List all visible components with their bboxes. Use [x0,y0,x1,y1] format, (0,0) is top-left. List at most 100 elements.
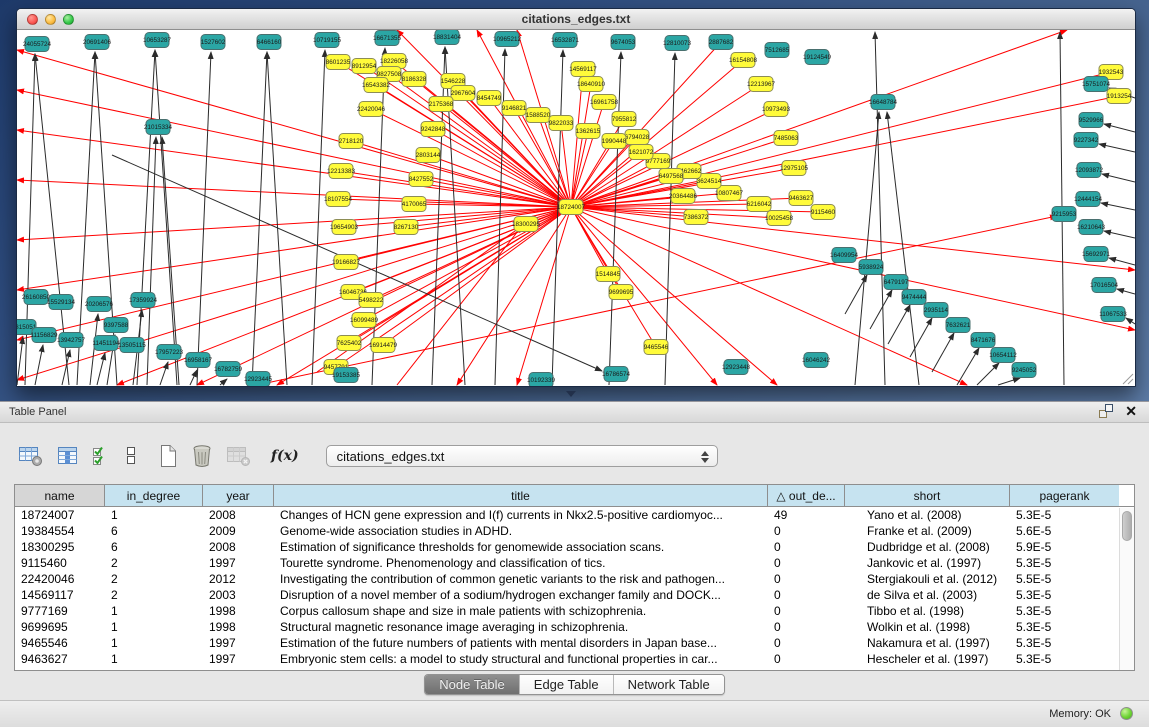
graph-node-label: 6216042 [747,201,772,208]
column-header-0[interactable]: name [15,485,105,506]
network-view-window[interactable]: citations_edges.txt 86012358912954182260… [16,8,1136,387]
function-builder-button[interactable]: f(x) [271,448,299,464]
cell: Structural magnetic resonance image aver… [274,619,768,635]
graph-edge [1109,258,1135,265]
graph-node-label: 9215953 [1052,211,1077,218]
combo-arrows-icon [701,450,709,464]
cell: 5.3E-5 [1010,603,1119,619]
graph-node-label: 19124549 [803,54,832,61]
graph-node-label: 17957223 [155,349,184,356]
table-vertical-scrollbar[interactable] [1119,508,1134,670]
table-source-select[interactable]: citations_edges.txt [326,445,718,467]
select-columns-button[interactable] [92,445,112,467]
memory-status-led [1120,707,1133,720]
cell: 22420046 [15,571,105,587]
graph-edge [17,207,571,290]
graph-node-label: 1546228 [441,78,466,85]
graph-edge [267,52,287,385]
cell: Jankovic et al. (1997) [845,555,1010,571]
table-row[interactable]: 969969511998Structural magnetic resonanc… [15,619,1134,635]
graph-node-label: 16154808 [729,57,758,64]
show-columns-button[interactable] [57,445,79,467]
row-view-button[interactable] [125,445,137,467]
status-bar: Memory: OK [0,700,1149,727]
table-row[interactable]: 946362711997Embryonic stem cells: a mode… [15,651,1134,667]
graph-node-label: 18831404 [433,34,462,41]
graph-node-label: 19166827 [332,259,361,266]
scrollbar-thumb[interactable] [1122,511,1132,541]
window-titlebar[interactable]: citations_edges.txt [17,9,1135,30]
graph-node-label: 10653287 [143,37,172,44]
graph-edge [977,363,999,385]
graph-node-label: 9465546 [644,344,669,351]
graph-edge [17,337,23,385]
cell: Tibbo et al. (1998) [845,603,1010,619]
tab-edge-table[interactable]: Edge Table [520,675,614,694]
graph-node-label: 16958167 [184,357,213,364]
graph-node-label: 11156829 [30,332,58,339]
graph-edge [875,32,885,385]
cell: 9463627 [15,651,105,667]
delete-column-button[interactable] [191,444,213,468]
column-header-4[interactable]: △ out_de... [768,485,845,506]
import-table-button[interactable] [226,445,252,467]
graph-edge [17,207,571,380]
network-graph-canvas[interactable]: 8601235891295418226058982750881863281654… [17,30,1135,386]
graph-node-label: 19153385 [332,372,361,379]
graph-node-label: 12093872 [1075,167,1104,174]
graph-edge [1104,124,1135,132]
cell: Yano et al. (2008) [845,507,1010,523]
float-panel-icon[interactable] [1099,404,1113,418]
cell: Wolkin et al. (1998) [845,619,1010,635]
column-header-3[interactable]: title [274,485,768,506]
cell: 5.3E-5 [1010,587,1119,603]
graph-node-label: 2803144 [416,152,441,159]
graph-node-label: 1932543 [1099,69,1124,76]
graph-node-label: 17359924 [129,297,158,304]
table-tabs: Node TableEdge TableNetwork Table [424,674,725,695]
table-row[interactable]: 2242004622012Investigating the contribut… [15,571,1134,587]
graph-edge [887,112,919,385]
graph-node-label: 6479197 [884,279,909,286]
table-row[interactable]: 1830029562008Estimation of significance … [15,539,1134,555]
table-header-row: namein_degreeyeartitle△ out_de...shortpa… [15,485,1134,507]
graph-node-label: 10965212 [493,36,522,43]
column-header-1[interactable]: in_degree [105,485,203,506]
cell: 2008 [203,539,274,555]
show-columns-icon [57,445,79,467]
graph-node-label: 18300295 [512,221,541,228]
table-row[interactable]: 1938455462009Genome-wide association stu… [15,523,1134,539]
new-column-button[interactable] [158,444,178,468]
graph-node-label: 8601235 [326,59,351,66]
table-options-button[interactable] [18,445,44,467]
column-header-2[interactable]: year [203,485,274,506]
graph-node-label: 7955812 [612,116,637,123]
table-row[interactable]: 946554611997Estimation of the future num… [15,635,1134,651]
table-source-value: citations_edges.txt [337,449,445,464]
column-header-6[interactable]: pagerank [1010,485,1119,506]
graph-node-label: 13942757 [57,337,86,344]
cell: Stergiakouli et al. (2012) [845,571,1010,587]
graph-node-label: 2175368 [429,101,454,108]
cell: 5.3E-5 [1010,507,1119,523]
graph-edge [571,207,777,385]
graph-node-label: 4170065 [402,201,427,208]
column-header-5[interactable]: short [845,485,1010,506]
table-row[interactable]: 1872400712008Changes of HCN gene express… [15,507,1134,523]
graph-node-label: 18640910 [577,81,606,88]
graph-edge [137,50,155,385]
graph-node-label: 9115460 [811,209,836,216]
close-panel-icon[interactable]: ✕ [1125,404,1137,418]
graph-node-label: 9146821 [502,105,527,112]
table-row[interactable]: 1456911722003Disruption of a novel membe… [15,587,1134,603]
table-row[interactable]: 911546021997Tourette syndrome. Phenomeno… [15,555,1134,571]
resize-grip-icon[interactable] [1123,374,1133,384]
tab-node-table[interactable]: Node Table [425,675,520,694]
table-row[interactable]: 977716911998Corpus callosum shape and si… [15,603,1134,619]
tab-network-table[interactable]: Network Table [614,675,724,694]
cell: 14569117 [15,587,105,603]
graph-edge [1104,231,1135,238]
split-pane-handle-icon[interactable] [566,391,576,397]
graph-node-label: 11451194 [92,340,120,347]
graph-edge [160,362,168,385]
